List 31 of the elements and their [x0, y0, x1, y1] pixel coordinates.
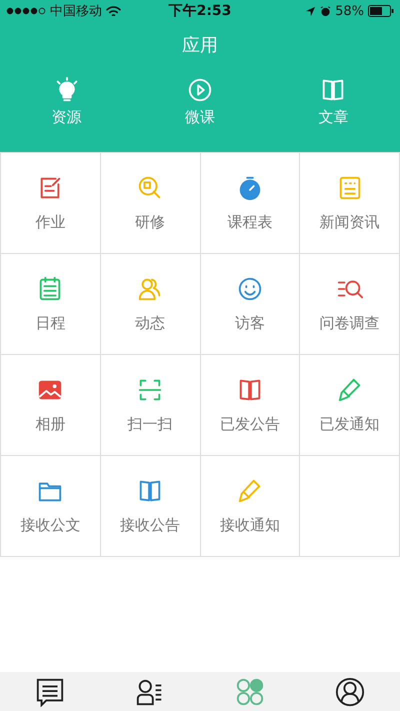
app-tile[interactable]: 已发通知 [300, 355, 400, 456]
carrier-name: 中国移动 [50, 3, 102, 20]
chat-icon [35, 676, 65, 706]
app-tile[interactable]: 接收通知 [200, 456, 300, 557]
app-tile[interactable]: 扫一扫 [100, 355, 200, 456]
app-tile[interactable]: 问卷调查 [300, 254, 400, 355]
app-tile[interactable]: 访客 [200, 254, 300, 355]
alarm-icon [320, 6, 332, 16]
shortcut-button[interactable]: 微课 [133, 77, 267, 127]
apps-icon [235, 676, 265, 706]
battery-percent: 58% [335, 4, 364, 18]
app-tile[interactable]: 作业 [1, 153, 101, 254]
app-tile[interactable]: 动态 [100, 254, 200, 355]
wifi-icon [106, 6, 121, 16]
shortcut-button[interactable]: 资源 [0, 77, 134, 127]
status-time: 下午2:53 [168, 2, 232, 20]
app-tile[interactable]: 接收公告 [100, 456, 200, 557]
app-tile[interactable]: 新闻资讯 [300, 153, 400, 254]
play-icon [186, 77, 213, 103]
signal-icon [6, 7, 46, 15]
app-tile[interactable]: 相册 [1, 355, 101, 456]
page-title: 应用 [181, 34, 219, 57]
app-tile[interactable]: 日程 [1, 254, 101, 355]
profile-icon [335, 676, 365, 706]
app-tile[interactable]: 接收公文 [1, 456, 101, 557]
shortcut-button[interactable]: 文章 [266, 77, 400, 127]
app-tile[interactable]: 课程表 [200, 153, 300, 254]
app-tile[interactable]: 已发公告 [200, 355, 300, 456]
location-icon [305, 6, 316, 16]
app-tile[interactable]: 研修 [100, 153, 200, 254]
battery-icon [368, 5, 394, 17]
